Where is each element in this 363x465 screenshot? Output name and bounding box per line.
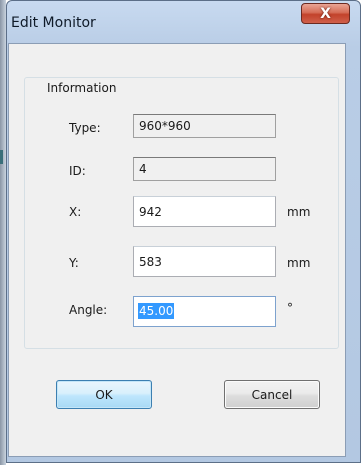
id-field (133, 157, 276, 181)
angle-unit: ° (287, 301, 293, 315)
y-input[interactable] (133, 246, 276, 277)
close-icon: X (320, 5, 331, 22)
angle-input[interactable]: 45.00 (133, 296, 276, 327)
window-title: Edit Monitor (11, 15, 96, 31)
close-button[interactable]: X (301, 3, 350, 24)
ok-button[interactable]: OK (56, 380, 152, 409)
y-label: Y: (69, 256, 79, 270)
type-label: Type: (69, 121, 101, 135)
angle-value-selected: 45.00 (138, 303, 175, 319)
x-input[interactable] (133, 196, 276, 227)
x-unit: mm (287, 205, 311, 219)
id-label: ID: (69, 164, 86, 178)
cancel-button[interactable]: Cancel (224, 380, 320, 409)
x-label: X: (69, 205, 82, 219)
information-group-legend: Information (44, 81, 120, 95)
y-unit: mm (287, 256, 311, 270)
type-field (133, 114, 276, 138)
angle-label: Angle: (69, 303, 108, 317)
background-edge-mark (0, 150, 3, 164)
